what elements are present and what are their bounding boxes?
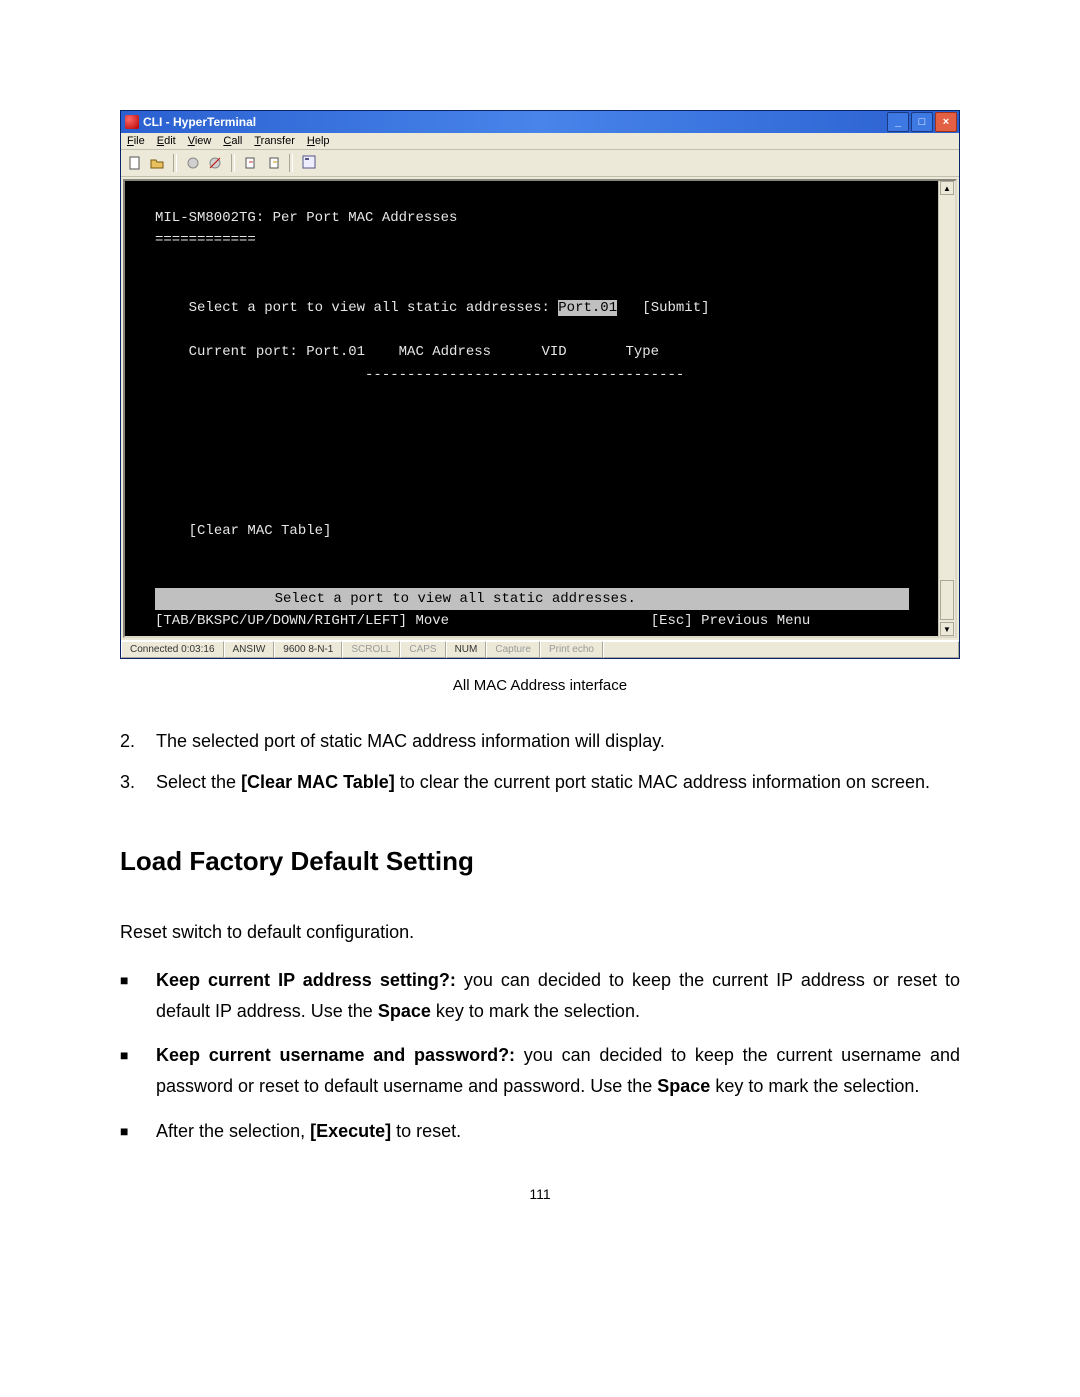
status-echo: Print echo <box>540 641 603 658</box>
maximize-button[interactable]: □ <box>911 112 933 132</box>
menu-call[interactable]: Call <box>223 135 242 147</box>
list-item-text: The selected port of static MAC address … <box>156 726 960 757</box>
minimize-button[interactable]: _ <box>887 112 909 132</box>
terminal-output: MIL-SM8002TG: Per Port MAC Addresses ===… <box>125 181 939 636</box>
menu-file[interactable]: File <box>127 135 145 147</box>
term-select-prompt: Select a port to view all static address… <box>189 300 559 316</box>
bullet-item: ■ Keep current username and password?: y… <box>120 1040 960 1101</box>
hyperterminal-window: CLI - HyperTerminal _ □ × File Edit View… <box>120 110 960 659</box>
list-number: 3. <box>120 767 156 798</box>
term-header: MIL-SM8002TG: Per Port MAC Addresses <box>155 210 457 226</box>
status-connected: Connected 0:03:16 <box>121 641 224 658</box>
status-emu: ANSIW <box>224 641 275 658</box>
list-item-3: 3. Select the [Clear MAC Table] to clear… <box>120 767 960 798</box>
menu-view[interactable]: View <box>188 135 212 147</box>
bullet-text: After the selection, [Execute] to reset. <box>156 1116 960 1147</box>
bullet-text: Keep current IP address setting?: you ca… <box>156 965 960 1026</box>
term-underline: ============ <box>155 232 256 248</box>
status-num: NUM <box>446 641 487 658</box>
app-icon <box>125 115 139 129</box>
open-icon[interactable] <box>149 155 165 171</box>
figure-caption: All MAC Address interface <box>120 677 960 694</box>
term-bottom-hint: Select a port to view all static address… <box>155 588 909 610</box>
bullet-text: Keep current username and password?: you… <box>156 1040 960 1101</box>
close-button[interactable]: × <box>935 112 957 132</box>
titlebar: CLI - HyperTerminal _ □ × <box>121 111 959 133</box>
disconnect-icon[interactable] <box>207 155 223 171</box>
menubar: File Edit View Call Transfer Help <box>121 133 959 150</box>
connect-icon[interactable] <box>185 155 201 171</box>
status-caps: CAPS <box>400 641 445 658</box>
status-conn: 9600 8-N-1 <box>274 641 342 658</box>
term-nav-left: [TAB/BKSPC/UP/DOWN/RIGHT/LEFT] Move <box>155 613 449 629</box>
list-item-text: Select the [Clear MAC Table] to clear th… <box>156 767 960 798</box>
menu-transfer[interactable]: Transfer <box>254 135 295 147</box>
scroll-down-icon[interactable]: ▼ <box>940 622 954 636</box>
receive-icon[interactable] <box>265 155 281 171</box>
scroll-thumb[interactable] <box>940 580 954 620</box>
section-heading: Load Factory Default Setting <box>120 846 960 877</box>
status-capture: Capture <box>486 641 540 658</box>
term-current-line: Current port: Port.01 MAC Address VID Ty… <box>189 344 659 360</box>
bullet-list: ■ Keep current IP address setting?: you … <box>120 965 960 1146</box>
statusbar: Connected 0:03:16 ANSIW 9600 8-N-1 SCROL… <box>121 640 959 658</box>
page-number: 111 <box>120 1186 960 1202</box>
square-bullet-icon: ■ <box>120 1116 156 1147</box>
properties-icon[interactable] <box>301 154 317 170</box>
term-nav-right: [Esc] Previous Menu <box>651 613 811 629</box>
status-scroll: SCROLL <box>342 641 400 658</box>
vertical-scrollbar[interactable]: ▲ ▼ <box>938 181 955 636</box>
terminal-frame: MIL-SM8002TG: Per Port MAC Addresses ===… <box>123 179 957 638</box>
menu-help[interactable]: Help <box>307 135 330 147</box>
square-bullet-icon: ■ <box>120 965 156 1026</box>
bullet-item: ■ After the selection, [Execute] to rese… <box>120 1116 960 1147</box>
term-port-highlight[interactable]: Port.01 <box>558 300 617 316</box>
numbered-list: 2. The selected port of static MAC addre… <box>120 726 960 797</box>
square-bullet-icon: ■ <box>120 1040 156 1101</box>
menu-edit[interactable]: Edit <box>157 135 176 147</box>
toolbar <box>121 150 959 177</box>
term-dashes: -------------------------------------- <box>155 367 684 383</box>
send-icon[interactable] <box>243 155 259 171</box>
bullet-item: ■ Keep current IP address setting?: you … <box>120 965 960 1026</box>
reset-intro: Reset switch to default configuration. <box>120 917 960 948</box>
term-clear-mac[interactable]: [Clear MAC Table] <box>189 523 332 539</box>
list-item-2: 2. The selected port of static MAC addre… <box>120 726 960 757</box>
window-title: CLI - HyperTerminal <box>143 115 887 129</box>
term-submit[interactable]: [Submit] <box>617 300 709 316</box>
scroll-up-icon[interactable]: ▲ <box>940 181 954 195</box>
list-number: 2. <box>120 726 156 757</box>
new-icon[interactable] <box>127 155 143 171</box>
